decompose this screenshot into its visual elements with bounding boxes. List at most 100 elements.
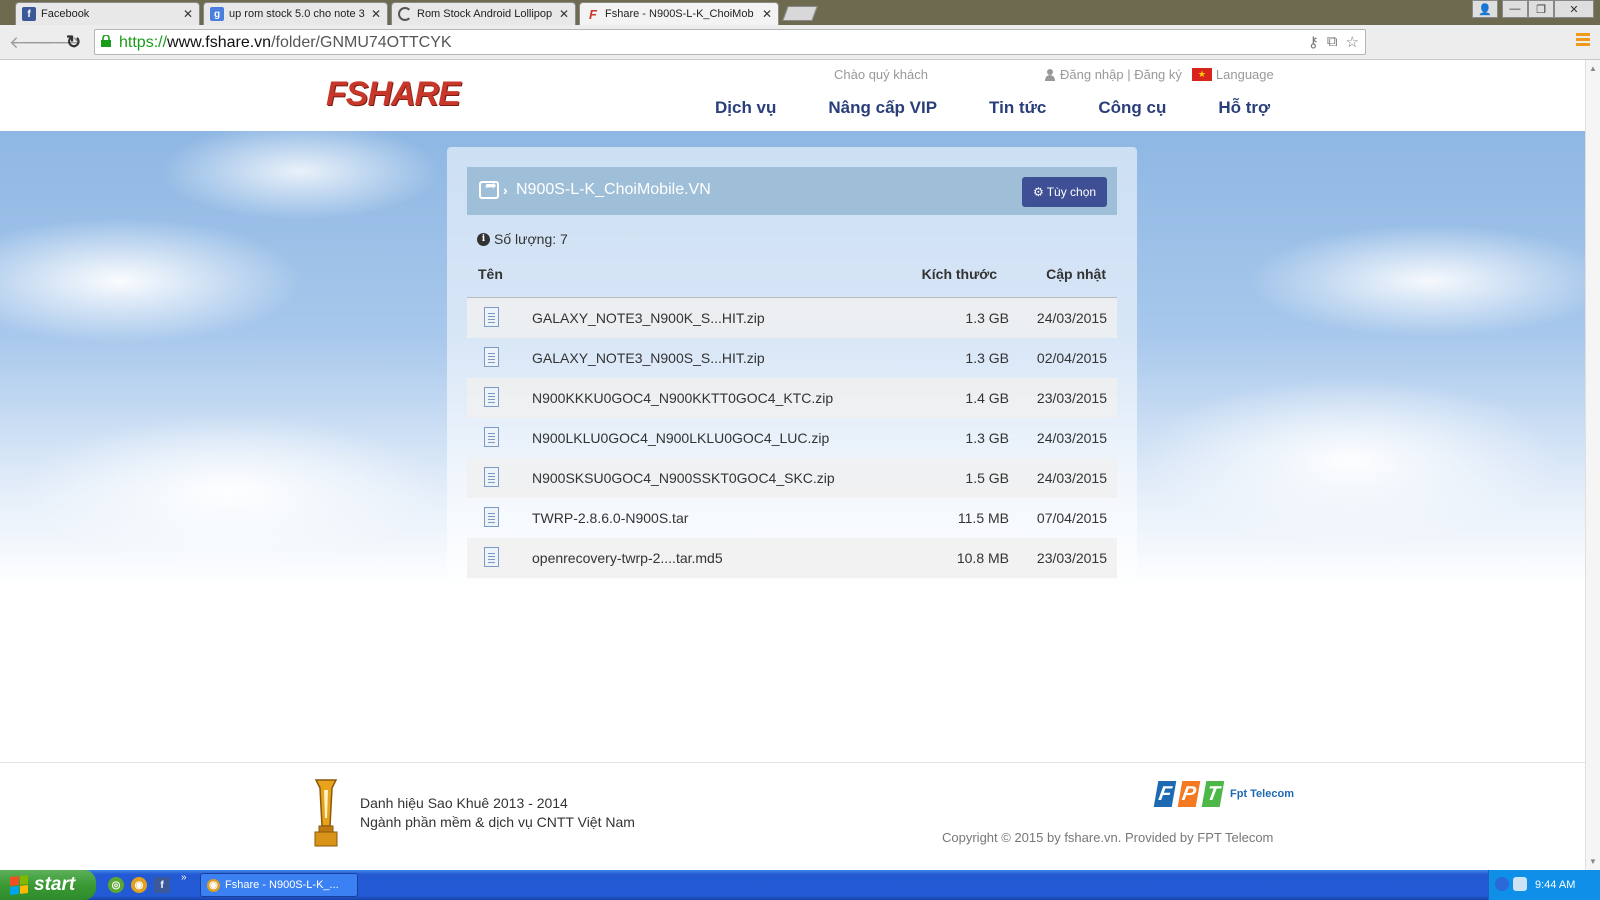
- options-label: Tùy chọn: [1046, 185, 1097, 199]
- minimize-button[interactable]: —: [1502, 0, 1528, 18]
- scroll-down-arrow-icon[interactable]: ▼: [1589, 857, 1597, 866]
- file-name-link[interactable]: TWRP-2.8.6.0-N900S.tar: [532, 510, 688, 526]
- file-date: 23/03/2015: [1036, 390, 1107, 406]
- fpt-letter-t: T: [1201, 781, 1225, 807]
- file-name-link[interactable]: GALAXY_NOTE3_N900K_S...HIT.zip: [532, 310, 765, 326]
- file-row[interactable]: N900KKKU0GOC4_N900KKTT0GOC4_KTC.zip 1.4 G…: [467, 378, 1117, 418]
- fpt-telecom-caption: Fpt Telecom: [1230, 788, 1294, 800]
- file-row[interactable]: N900LKLU0GOC4_N900LKLU0GOC4_LUC.zip 1.3 G…: [467, 418, 1117, 458]
- column-header-date[interactable]: Cập nhật: [1046, 266, 1106, 282]
- restore-button[interactable]: ❐: [1528, 0, 1554, 18]
- file-row[interactable]: TWRP-2.8.6.0-N900S.tar 11.5 MB 07/04/2015: [467, 498, 1117, 538]
- share-icon[interactable]: [479, 177, 499, 199]
- start-button[interactable]: start: [0, 870, 96, 900]
- file-name-link[interactable]: N900SKSU0GOC4_N900SSKT0GOC4_SKC.zip: [532, 470, 835, 486]
- tab-strip: f Facebook ✕ g up rom stock 5.0 cho note…: [0, 0, 1600, 25]
- document-icon: [484, 347, 499, 367]
- document-icon: [484, 467, 499, 487]
- close-tab-icon[interactable]: ✕: [762, 7, 772, 21]
- chrome-icon[interactable]: ◉: [131, 877, 147, 893]
- file-date: 24/03/2015: [1036, 430, 1107, 446]
- url-host: www.fshare.vn: [167, 34, 272, 51]
- file-row[interactable]: N900SKSU0GOC4_N900SSKT0GOC4_SKC.zip 1.5 G…: [467, 458, 1117, 498]
- browser-menu-icon[interactable]: [1576, 33, 1590, 47]
- fpt-letter-f: F: [1153, 781, 1177, 807]
- close-tab-icon[interactable]: ✕: [371, 7, 381, 21]
- nav-ho-tro[interactable]: Hỗ trợ: [1218, 98, 1270, 118]
- close-tab-icon[interactable]: ✕: [559, 7, 569, 21]
- google-icon: g: [210, 7, 224, 21]
- page-scrollbar[interactable]: ▲ ▼: [1585, 60, 1600, 870]
- file-date: 02/04/2015: [1036, 350, 1107, 366]
- tab-rom-stock[interactable]: Rom Stock Android Lollipop 5 ✕: [391, 2, 576, 25]
- nav-dich-vu[interactable]: Dịch vụ: [715, 98, 776, 118]
- info-icon: i: [477, 232, 490, 246]
- clock: 9:44 AM: [1535, 879, 1576, 891]
- url-text: https://www.fshare.vn/folder/GNMU74OTTCY…: [119, 34, 452, 52]
- column-header-name[interactable]: Tên: [478, 266, 503, 282]
- tab-facebook[interactable]: f Facebook ✕: [15, 2, 200, 25]
- document-icon: [484, 507, 499, 527]
- breadcrumb-separator-icon: ›: [503, 182, 508, 198]
- address-bar[interactable]: https://www.fshare.vn/folder/GNMU74OTTCY…: [94, 29, 1366, 55]
- url-protocol: https://: [119, 34, 168, 51]
- file-name-link[interactable]: GALAXY_NOTE3_N900S_S...HIT.zip: [532, 350, 765, 366]
- file-date: 24/03/2015: [1036, 310, 1107, 326]
- tab-title: Facebook: [41, 8, 90, 20]
- close-window-button[interactable]: ✕: [1554, 0, 1594, 18]
- task-label: Fshare - N900S-L-K_...: [225, 879, 339, 891]
- network-icon[interactable]: [1513, 877, 1527, 891]
- folder-title: N900S-L-K_ChoiMobile.VN: [516, 181, 711, 198]
- column-header-size[interactable]: Kích thước: [922, 266, 997, 282]
- facebook-quicklaunch-icon[interactable]: f: [154, 877, 170, 893]
- file-name-link[interactable]: openrecovery-twrp-2....tar.md5: [532, 550, 723, 566]
- fpt-telecom-logo[interactable]: F P T Fpt Telecom: [1153, 781, 1294, 807]
- coccoc-icon[interactable]: ◎: [108, 877, 124, 893]
- chrome-icon: ◉: [207, 878, 220, 892]
- main-nav: Dịch vụ Nâng cấp VIP Tin tức Công cụ Hỗ …: [715, 98, 1270, 118]
- file-row[interactable]: GALAXY_NOTE3_N900K_S...HIT.zip 1.3 GB 24/0…: [467, 298, 1117, 338]
- document-icon: [484, 547, 499, 567]
- file-row[interactable]: openrecovery-twrp-2....tar.md5 10.8 MB 23/…: [467, 538, 1117, 578]
- tab-fshare[interactable]: F Fshare - N900S-L-K_ChoiMob ✕: [579, 2, 779, 25]
- user-icon: [1044, 68, 1056, 81]
- fshare-logo[interactable]: FSHARE: [326, 75, 461, 114]
- windows-logo-icon: [10, 875, 28, 895]
- file-size: 11.5 MB: [957, 510, 1009, 526]
- tray-expand-icon[interactable]: [1495, 877, 1509, 891]
- folder-header: › N900S-L-K_ChoiMobile.VN ⚙ Tùy chọn: [467, 167, 1117, 215]
- scroll-up-arrow-icon[interactable]: ▲: [1589, 64, 1597, 73]
- vietnam-flag-icon[interactable]: ★: [1191, 68, 1212, 81]
- new-tab-button[interactable]: [782, 6, 818, 21]
- tab-google-search[interactable]: g up rom stock 5.0 cho note 3 ✕: [203, 2, 388, 25]
- login-register-link[interactable]: Đăng nhập | Đăng ký: [1060, 67, 1182, 82]
- profile-icon[interactable]: 👤: [1472, 0, 1498, 18]
- tab-title: up rom stock 5.0 cho note 3: [229, 8, 365, 20]
- file-size: 1.3 GB: [965, 350, 1009, 366]
- file-name-link[interactable]: N900LKLU0GOC4_N900LKLU0GOC4_LUC.zip: [532, 430, 829, 446]
- auth-links: Đăng nhập | Đăng ký ★ Language: [1044, 67, 1274, 82]
- award-subtitle: Ngành phần mềm & dịch vụ CNTT Việt Nam: [360, 814, 635, 830]
- document-icon: [484, 427, 499, 447]
- page-viewport: FSHARE Chào quý khách Đăng nhập | Đăng k…: [0, 60, 1585, 870]
- bookmark-star-icon[interactable]: ☆: [1346, 33, 1359, 51]
- key-icon[interactable]: ⚷: [1308, 33, 1319, 51]
- file-name-link[interactable]: N900KKKU0GOC4_N900KKTT0GOC4_KTC.zip: [532, 390, 833, 406]
- document-icon: [484, 387, 499, 407]
- close-tab-icon[interactable]: ✕: [183, 7, 193, 21]
- file-size: 1.3 GB: [965, 430, 1009, 446]
- file-date: 23/03/2015: [1036, 550, 1107, 566]
- nav-nang-cap-vip[interactable]: Nâng cấp VIP: [828, 98, 937, 118]
- language-link[interactable]: Language: [1216, 67, 1274, 82]
- loading-icon: [398, 7, 412, 21]
- file-count: i Số lượng: 7: [477, 231, 568, 247]
- quicklaunch-more-icon[interactable]: »: [181, 872, 187, 883]
- file-row[interactable]: GALAXY_NOTE3_N900S_S...HIT.zip 1.3 GB 02/0…: [467, 338, 1117, 378]
- reload-icon[interactable]: ↻: [66, 32, 81, 53]
- nav-cong-cu[interactable]: Công cụ: [1098, 98, 1166, 118]
- nav-tin-tuc[interactable]: Tin tức: [989, 98, 1046, 118]
- translate-icon[interactable]: ⧉: [1327, 33, 1338, 51]
- options-button[interactable]: ⚙ Tùy chọn: [1022, 177, 1107, 207]
- taskbar-item-fshare[interactable]: ◉ Fshare - N900S-L-K_...: [200, 873, 358, 897]
- windows-taskbar: start ◎ ◉ f » ◉ Fshare - N900S-L-K_... 9…: [0, 870, 1600, 900]
